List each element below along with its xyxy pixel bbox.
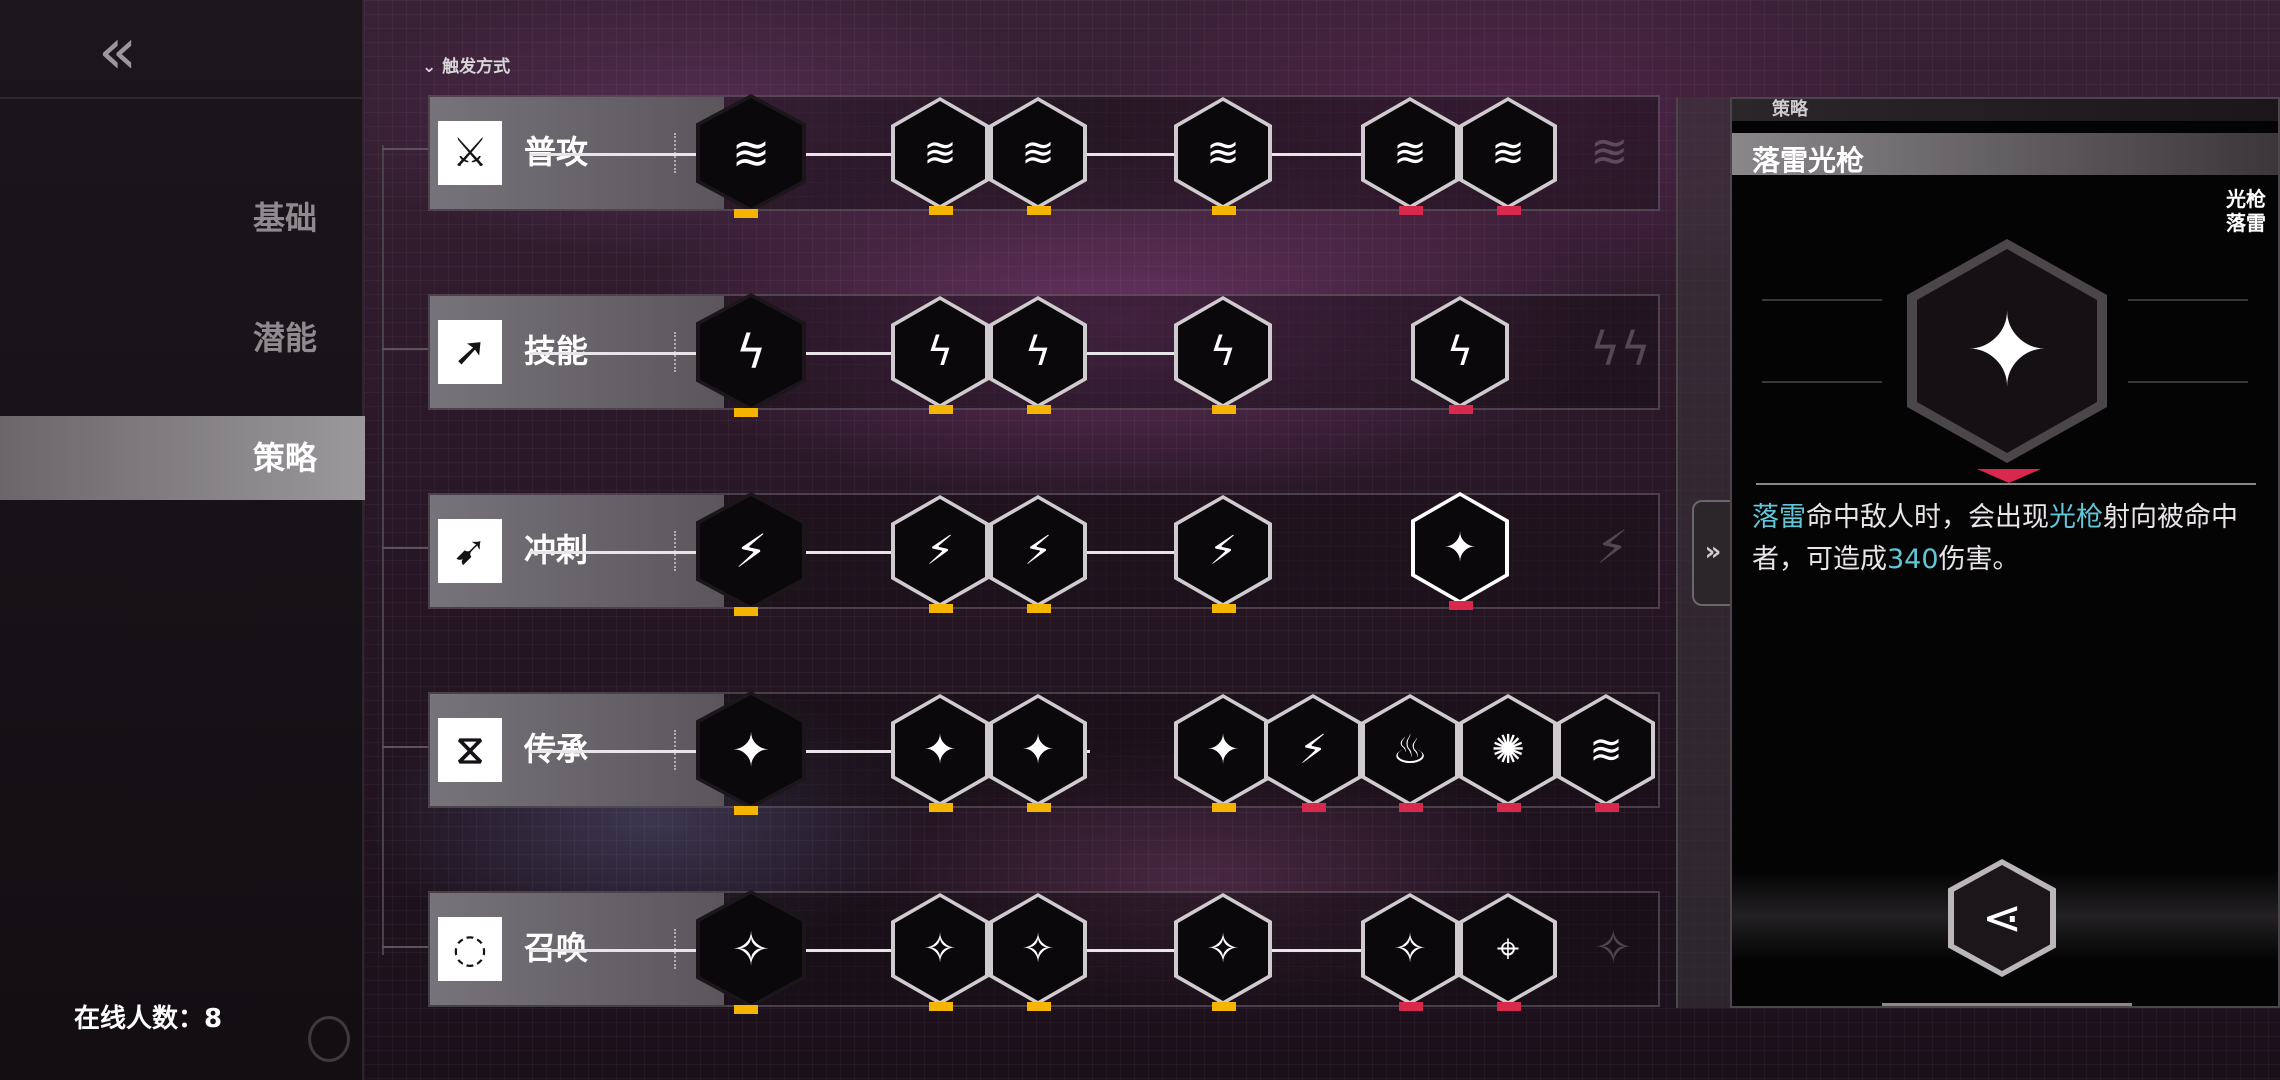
arrow-up-right-icon: ➚ [438,320,502,384]
skill-node-claw[interactable]: ≋ [891,97,989,215]
locked-thunder-icon: ⚡ [1596,520,1629,574]
skill-node-thunder[interactable]: ⚡ [1174,495,1272,613]
skill-node-thunder[interactable]: ⚡ [891,495,989,613]
skill-node-burst[interactable]: ✺ [1459,694,1557,812]
rarity-mark [1977,469,2041,483]
summon-icon: ◌ [438,917,502,981]
tree-connector [382,145,414,955]
badge-icon[interactable] [308,1016,350,1062]
connector-line [530,551,1250,554]
skill-node-thunder[interactable]: ⚡ [1264,694,1362,812]
hourglass-icon: ⧖ [438,718,502,782]
row-label: 冲刺 [524,531,589,569]
locked-lightning-icon: ϟϟ [1590,322,1651,376]
skill-node-claw[interactable]: ≋ [1557,694,1655,812]
tree-branch [382,348,428,350]
skill-node-fire[interactable]: ♨ [1361,694,1459,812]
row-label: 技能 [524,332,589,370]
skill-node-star-base[interactable]: ✧ [696,890,806,1014]
tree-branch [382,547,428,549]
skill-node-spear[interactable]: ✦ [989,694,1087,812]
tag: 光枪 [2226,187,2266,211]
trigger-header[interactable]: ⌄ 触发方式 [422,52,510,77]
skill-node-star[interactable]: ✧ [1361,893,1459,1011]
skill-node-lightning[interactable]: ϟ [891,296,989,414]
divider [0,97,362,99]
detail-section-label: 策略 [1772,99,1808,120]
divider [1756,483,2256,485]
circuit-decoration [1762,299,1882,383]
detail-description: 落雷命中敌人时，会出现光枪射向被命中者，可造成340伤害。 [1752,502,2238,575]
detail-title: 落雷光枪 [1752,144,1865,177]
locked-claw-icon: ≋ [1590,124,1629,178]
double-chevron-right-icon[interactable]: » [1692,500,1732,606]
skill-node-star[interactable]: ✧ [1174,893,1272,1011]
skill-node-star[interactable]: ✧ [891,893,989,1011]
skill-node-lightning-base[interactable]: ϟ [696,293,806,417]
nav-item-potential[interactable]: 潜能 [0,296,365,380]
row-label: 召唤 [524,929,589,967]
detail-header-strip [1732,99,2278,121]
skill-node-claw[interactable]: ≋ [1361,97,1459,215]
left-nav-panel: « 基础 潜能 策略 在线人数：8 [0,0,365,1080]
skill-node-claw[interactable]: ≋ [1459,97,1557,215]
share-button[interactable]: ⋖ [1948,859,2056,977]
skill-node-star[interactable]: ✧ [989,893,1087,1011]
locked-star-icon: ✧ [1594,920,1633,974]
skill-node-lightning[interactable]: ϟ [989,296,1087,414]
dash-icon: ➹ [438,519,502,583]
skill-node-claw-base[interactable]: ≋ [696,94,806,218]
detail-tags: 光枪 落雷 [2226,187,2266,235]
tree-branch [382,746,428,748]
crossed-swords-icon: ⚔ [438,121,502,185]
skill-node-spear[interactable]: ✦ [891,694,989,812]
skill-node-spear[interactable]: ✦ [1174,694,1272,812]
lightning-spear-icon: ✦ [1907,239,2107,463]
online-count: 在线人数：8 [74,1004,223,1034]
circuit-decoration [2128,299,2248,383]
skill-node-claw[interactable]: ≋ [989,97,1087,215]
skill-node-claw[interactable]: ≋ [1174,97,1272,215]
skill-node-thunder-base[interactable]: ⚡ [696,492,806,616]
row-label: 普攻 [524,133,589,171]
skill-node-crosshair[interactable]: ⌖ [1459,893,1557,1011]
skill-node-spear-base[interactable]: ✦ [696,691,806,815]
row-label: 传承 [524,730,589,768]
skill-node-lightning-spear-selected[interactable]: ✦ [1411,492,1509,610]
detail-panel: 策略 落雷光枪 光枪 落雷 ✦ 落雷命中敌人时，会出现光枪射向被命中者，可造成3… [1730,97,2280,1008]
skill-node-lightning[interactable]: ϟ [1174,296,1272,414]
double-chevron-left-icon[interactable]: « [98,20,198,84]
nav-item-basic[interactable]: 基础 [0,176,365,260]
divider [1882,1003,2132,1006]
tree-branch [382,946,428,948]
tag: 落雷 [2226,211,2266,235]
skill-node-lightning[interactable]: ϟ [1411,296,1509,414]
nav-item-strategy[interactable]: 策略 [0,416,365,500]
tree-branch [382,148,428,150]
skill-node-thunder[interactable]: ⚡ [989,495,1087,613]
connector-line [530,352,1250,355]
